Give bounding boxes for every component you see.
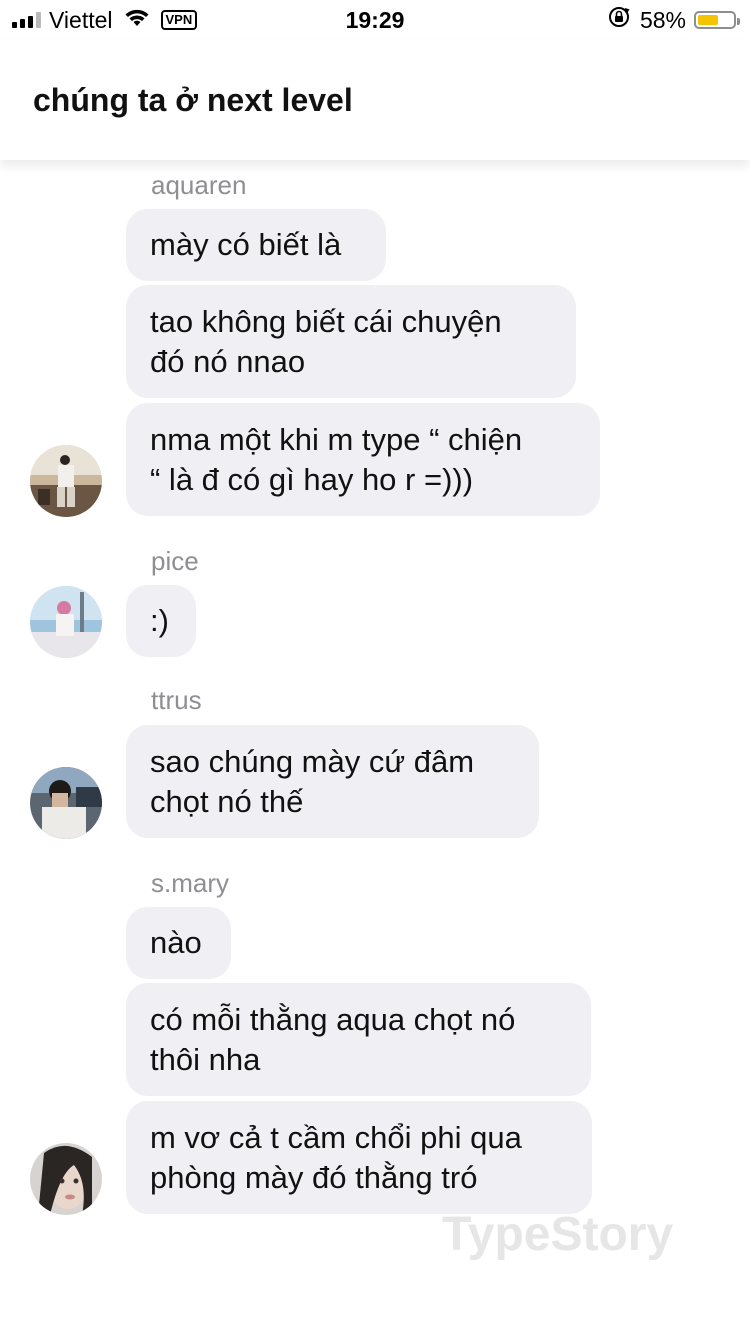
message-bubble[interactable]: tao không biết cái chuyện đó nó nnao (126, 285, 576, 398)
chat-header: chúng ta ở next level (0, 40, 750, 160)
avatar-s-mary[interactable] (30, 1143, 102, 1215)
message-list[interactable]: aquaren mày có biết là tao không biết cá… (0, 160, 750, 1334)
watermark-logo: TypeStory (442, 1208, 674, 1261)
battery-icon (694, 11, 740, 29)
message-bubble[interactable]: :) (126, 585, 196, 657)
message-bubble[interactable]: mày có biết là (126, 209, 386, 281)
sender-name: s.mary (151, 868, 229, 898)
battery-percent: 58% (639, 6, 686, 33)
avatar-ttrus[interactable] (30, 767, 102, 839)
status-right: 58% (608, 6, 740, 34)
message-bubble[interactable]: nma một khi m type “ chiện “ là đ có gì … (126, 403, 600, 516)
battery-fill (698, 15, 718, 25)
avatar-aquaren[interactable] (30, 445, 102, 517)
sender-name: pice (151, 546, 199, 576)
message-bubble[interactable]: sao chúng mày cứ đâm chọt nó thế (126, 725, 539, 838)
conversation-title[interactable]: chúng ta ở next level (33, 82, 353, 119)
message-bubble[interactable]: nào (126, 907, 231, 979)
message-bubble[interactable]: có mỗi thằng aqua chọt nó thôi nha (126, 983, 591, 1096)
message-bubble[interactable]: m vơ cả t cầm chổi phi qua phòng mày đó … (126, 1101, 592, 1214)
orientation-lock-icon (608, 6, 630, 34)
avatar-pice[interactable] (30, 586, 102, 658)
sender-name: aquaren (151, 170, 247, 200)
status-bar: Viettel VPN 19:29 58% (0, 0, 750, 40)
sender-name: ttrus (151, 685, 202, 715)
